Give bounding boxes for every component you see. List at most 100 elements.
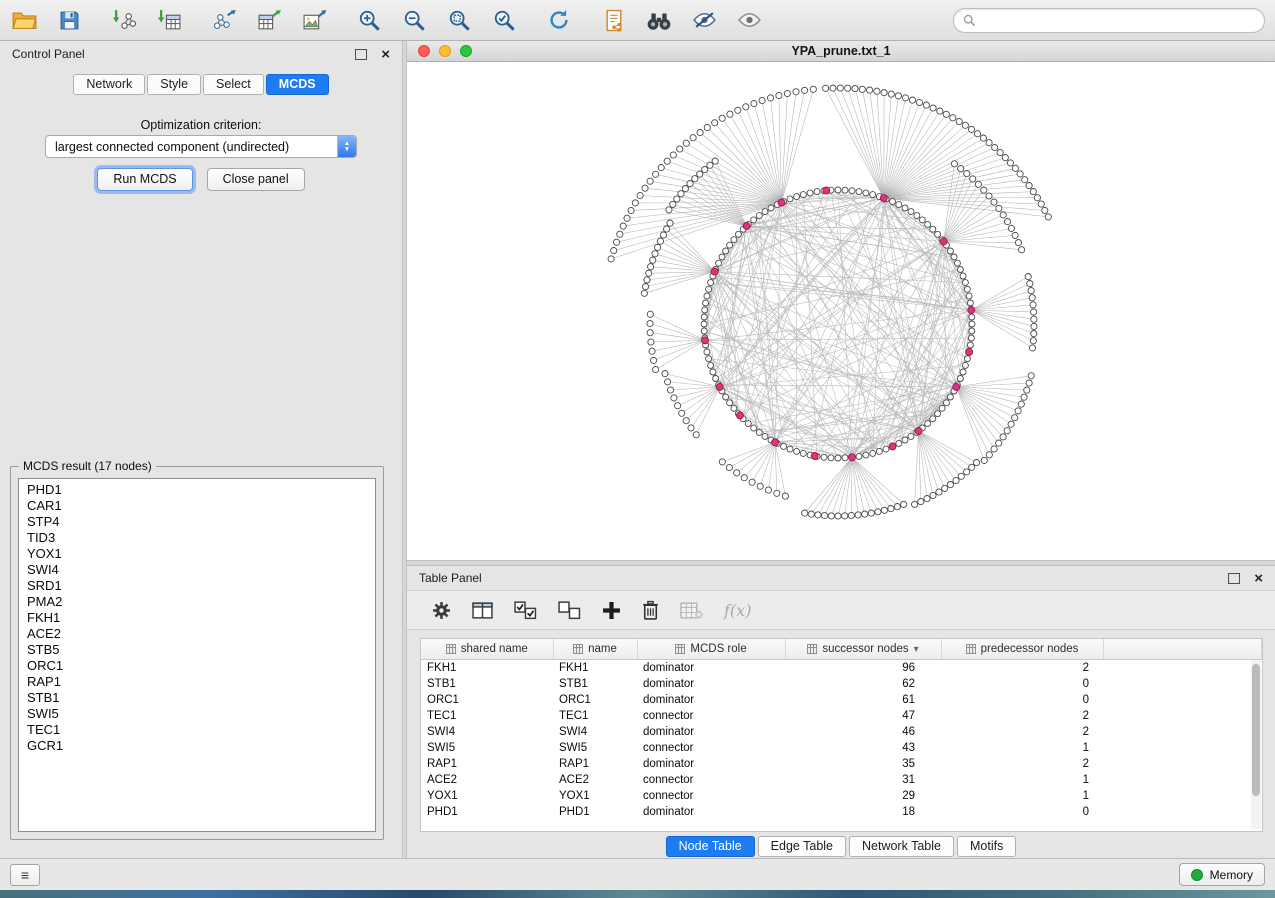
zoom-window-icon[interactable] [460,45,472,57]
mcds-result-item[interactable]: ACE2 [19,626,375,642]
tab-edge-table[interactable]: Edge Table [758,836,846,857]
mcds-result-item[interactable]: CAR1 [19,498,375,514]
zoom-selected-icon[interactable] [490,6,518,34]
mcds-result-item[interactable]: GCR1 [19,738,375,754]
float-icon[interactable] [1228,573,1240,584]
mcds-result-item[interactable]: PHD1 [19,482,375,498]
mcds-result-item[interactable]: TID3 [19,530,375,546]
open-folder-icon[interactable] [10,6,38,34]
float-icon[interactable] [355,49,367,60]
table-row[interactable]: STB1STB1dominator620 [421,676,1262,692]
mcds-result-item[interactable]: STB5 [19,642,375,658]
tab-mcds[interactable]: MCDS [266,74,329,95]
cell-shared-name[interactable]: SWI5 [421,740,553,756]
cell-successors[interactable]: 61 [785,692,941,708]
cell-role[interactable]: connector [637,740,785,756]
network-graph[interactable] [407,62,1275,560]
show-eye-icon[interactable] [735,6,763,34]
criterion-dropdown[interactable]: largest connected component (undirected)… [45,135,357,158]
import-network-icon[interactable] [110,6,138,34]
cell-successors[interactable]: 35 [785,756,941,772]
sort-chevron-icon[interactable]: ▾ [914,644,919,655]
mcds-result-item[interactable]: YOX1 [19,546,375,562]
zoom-out-icon[interactable] [400,6,428,34]
share-document-icon[interactable] [600,6,628,34]
mcds-result-item[interactable]: TEC1 [19,722,375,738]
table-row[interactable]: YOX1YOX1connector291 [421,788,1262,804]
hide-eye-icon[interactable] [690,6,718,34]
add-icon[interactable] [602,601,621,620]
cell-name[interactable]: ACE2 [553,772,637,788]
cell-role[interactable]: connector [637,708,785,724]
cell-successors[interactable]: 29 [785,788,941,804]
cell-predecessors[interactable]: 2 [941,708,1103,724]
close-icon[interactable]: × [1254,571,1263,586]
table-row[interactable]: RAP1RAP1dominator352 [421,756,1262,772]
zoom-in-icon[interactable] [355,6,383,34]
cell-successors[interactable]: 47 [785,708,941,724]
export-network-icon[interactable] [210,6,238,34]
mcds-result-item[interactable]: SRD1 [19,578,375,594]
cell-role[interactable]: dominator [637,756,785,772]
table-row[interactable]: ACE2ACE2connector311 [421,772,1262,788]
table-row[interactable]: PHD1PHD1dominator180 [421,804,1262,820]
cell-shared-name[interactable]: YOX1 [421,788,553,804]
cell-role[interactable]: connector [637,788,785,804]
cell-shared-name[interactable]: TEC1 [421,708,553,724]
mcds-result-item[interactable]: STB1 [19,690,375,706]
import-table-icon[interactable] [155,6,183,34]
cell-role[interactable]: dominator [637,804,785,820]
scrollbar-thumb[interactable] [1252,664,1260,796]
cell-predecessors[interactable]: 2 [941,660,1103,677]
mcds-result-item[interactable]: STP4 [19,514,375,530]
cell-predecessors[interactable]: 2 [941,756,1103,772]
cell-shared-name[interactable]: ORC1 [421,692,553,708]
cell-shared-name[interactable]: PHD1 [421,804,553,820]
table-row[interactable]: TEC1TEC1connector472 [421,708,1262,724]
minimize-window-icon[interactable] [439,45,451,57]
gear-icon[interactable] [432,601,451,620]
cell-shared-name[interactable]: RAP1 [421,756,553,772]
table-scrollbar[interactable] [1251,660,1261,829]
task-history-button[interactable]: ≡ [10,864,40,886]
cell-predecessors[interactable]: 0 [941,804,1103,820]
cell-name[interactable]: ORC1 [553,692,637,708]
cell-role[interactable]: connector [637,772,785,788]
columns-icon[interactable] [472,601,493,620]
cell-predecessors[interactable]: 1 [941,788,1103,804]
refresh-icon[interactable] [545,6,573,34]
cell-name[interactable]: STB1 [553,676,637,692]
zoom-fit-icon[interactable] [445,6,473,34]
cell-shared-name[interactable]: FKH1 [421,660,553,677]
cell-predecessors[interactable]: 0 [941,692,1103,708]
close-icon[interactable]: × [381,47,390,62]
deselect-all-icon[interactable] [558,601,581,620]
cell-name[interactable]: SWI4 [553,724,637,740]
run-mcds-button[interactable]: Run MCDS [97,168,192,191]
mcds-result-list[interactable]: PHD1CAR1STP4TID3YOX1SWI4SRD1PMA2FKH1ACE2… [18,478,376,832]
cell-successors[interactable]: 46 [785,724,941,740]
cell-successors[interactable]: 96 [785,660,941,677]
column-header-successor-nodes[interactable]: successor nodes▾ [785,639,941,660]
tab-motifs[interactable]: Motifs [957,836,1016,857]
tab-style[interactable]: Style [147,74,201,95]
cell-role[interactable]: dominator [637,676,785,692]
cell-role[interactable]: dominator [637,692,785,708]
table-row[interactable]: ORC1ORC1dominator610 [421,692,1262,708]
mcds-result-item[interactable]: ORC1 [19,658,375,674]
close-window-icon[interactable] [418,45,430,57]
cell-predecessors[interactable]: 2 [941,724,1103,740]
column-header-mcds-role[interactable]: MCDS role [637,639,785,660]
cell-successors[interactable]: 62 [785,676,941,692]
cell-name[interactable]: YOX1 [553,788,637,804]
cell-successors[interactable]: 43 [785,740,941,756]
memory-button[interactable]: Memory [1179,863,1265,886]
cell-name[interactable]: FKH1 [553,660,637,677]
search-input[interactable] [982,12,1255,28]
cell-shared-name[interactable]: STB1 [421,676,553,692]
cell-name[interactable]: TEC1 [553,708,637,724]
cell-predecessors[interactable]: 0 [941,676,1103,692]
column-header-predecessor-nodes[interactable]: predecessor nodes [941,639,1103,660]
cell-name[interactable]: SWI5 [553,740,637,756]
cell-shared-name[interactable]: ACE2 [421,772,553,788]
